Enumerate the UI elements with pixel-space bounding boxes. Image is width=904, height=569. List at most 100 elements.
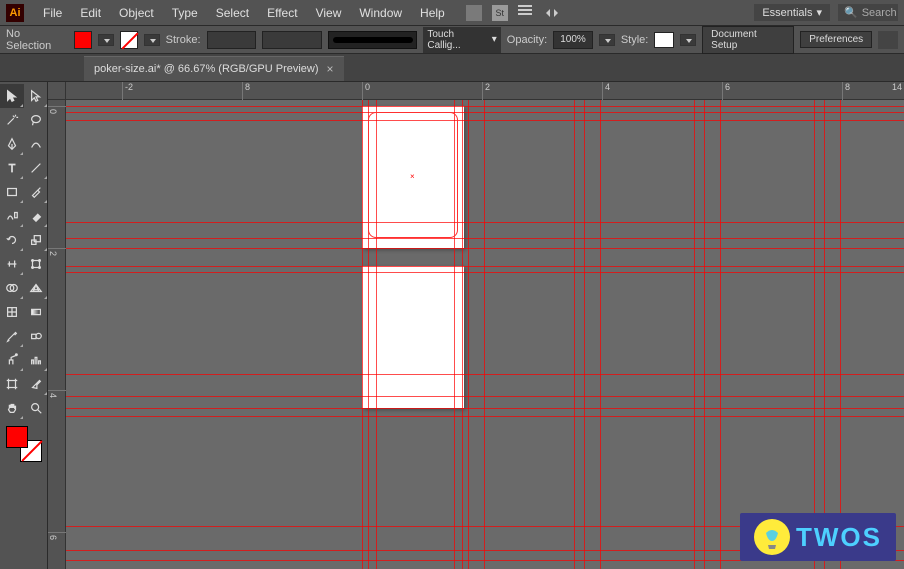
type-tool[interactable] (0, 156, 24, 180)
gradient-tool[interactable] (24, 300, 48, 324)
guide-vertical[interactable] (462, 100, 463, 569)
guide-horizontal[interactable] (66, 416, 904, 417)
guide-horizontal[interactable] (66, 266, 904, 267)
line-segment-tool[interactable] (24, 156, 48, 180)
guide-horizontal[interactable] (66, 112, 904, 113)
stock-icon[interactable]: St (492, 5, 508, 21)
zoom-tool[interactable] (24, 396, 48, 420)
guide-vertical[interactable] (584, 100, 585, 569)
column-graph-tool[interactable] (24, 348, 48, 372)
menu-object[interactable]: Object (110, 6, 163, 20)
selection-tool[interactable] (0, 84, 24, 108)
guide-horizontal[interactable] (66, 272, 904, 273)
menu-select[interactable]: Select (207, 6, 258, 20)
guide-vertical[interactable] (720, 100, 721, 569)
ruler-tick: 14 (890, 82, 902, 100)
artboard-tool[interactable] (0, 372, 24, 396)
workspace-switcher[interactable]: Essentials ▾ (754, 4, 830, 21)
align-panel-icon[interactable] (878, 31, 898, 49)
guide-vertical[interactable] (362, 100, 363, 569)
gpu-icon[interactable] (544, 5, 560, 21)
eyedropper-tool[interactable] (0, 324, 24, 348)
guide-vertical[interactable] (600, 100, 601, 569)
hand-tool[interactable] (0, 396, 24, 420)
mesh-tool[interactable] (0, 300, 24, 324)
close-icon[interactable]: × (327, 62, 334, 76)
blend-tool[interactable] (24, 324, 48, 348)
guide-horizontal[interactable] (66, 248, 904, 249)
opacity-input[interactable]: 100% (553, 31, 593, 49)
direct-selection-tool[interactable] (24, 84, 48, 108)
menu-help[interactable]: Help (411, 6, 454, 20)
brush-definition[interactable] (328, 31, 417, 49)
stroke-dropdown[interactable] (144, 34, 160, 46)
guide-horizontal[interactable] (66, 120, 904, 121)
control-bar: No Selection Stroke: Touch Callig... ▾ O… (0, 26, 904, 54)
canvas[interactable]: × (66, 100, 904, 569)
menu-effect[interactable]: Effect (258, 6, 306, 20)
workspace-label: Essentials (762, 7, 812, 19)
symbol-sprayer-tool[interactable] (0, 348, 24, 372)
guide-vertical[interactable] (824, 100, 825, 569)
pen-tool[interactable] (0, 132, 24, 156)
shaper-tool[interactable] (0, 204, 24, 228)
vertical-ruler[interactable]: 0 2 4 6 (48, 100, 66, 569)
ruler-tick: 0 (362, 82, 370, 100)
paintbrush-tool[interactable] (24, 180, 48, 204)
menu-view[interactable]: View (307, 6, 351, 20)
canvas-area: -2 8 0 2 4 6 8 14 0 2 4 6 × (48, 82, 904, 569)
bridge-icon[interactable] (466, 5, 482, 21)
menu-window[interactable]: Window (350, 6, 411, 20)
guide-horizontal[interactable] (66, 238, 904, 239)
guide-horizontal[interactable] (66, 408, 904, 409)
preferences-button[interactable]: Preferences (800, 31, 872, 48)
guide-vertical[interactable] (704, 100, 705, 569)
curvature-tool[interactable] (24, 132, 48, 156)
fill-stroke-indicator[interactable] (6, 426, 42, 462)
graphic-style-swatch[interactable] (654, 32, 674, 48)
slice-tool[interactable] (24, 372, 48, 396)
fill-box[interactable] (6, 426, 28, 448)
magic-wand-tool[interactable] (0, 108, 24, 132)
document-setup-button[interactable]: Document Setup (702, 26, 794, 54)
variable-width-profile[interactable] (262, 31, 322, 49)
artboard[interactable] (362, 266, 464, 408)
shape-builder-tool[interactable] (0, 276, 24, 300)
brush-name-dropdown[interactable]: Touch Callig... ▾ (423, 27, 500, 53)
horizontal-ruler[interactable]: -2 8 0 2 4 6 8 14 (66, 82, 904, 100)
guide-vertical[interactable] (814, 100, 815, 569)
lightbulb-icon (754, 519, 790, 555)
guide-horizontal[interactable] (66, 106, 904, 107)
rectangle-tool[interactable] (0, 180, 24, 204)
scale-tool[interactable] (24, 228, 48, 252)
guide-vertical[interactable] (574, 100, 575, 569)
free-transform-tool[interactable] (24, 252, 48, 276)
style-dropdown[interactable] (680, 34, 696, 46)
watermark-text: TWOS (796, 522, 882, 553)
menu-file[interactable]: File (34, 6, 71, 20)
opacity-dropdown[interactable] (599, 34, 615, 46)
search-input[interactable]: 🔍 Search (838, 4, 898, 21)
guide-horizontal[interactable] (66, 222, 904, 223)
stroke-weight-input[interactable] (207, 31, 257, 49)
document-tab[interactable]: poker-size.ai* @ 66.67% (RGB/GPU Preview… (84, 56, 344, 81)
guide-horizontal[interactable] (66, 374, 904, 375)
ruler-tick: 2 (482, 82, 490, 100)
rotate-tool[interactable] (0, 228, 24, 252)
eraser-tool[interactable] (24, 204, 48, 228)
fill-dropdown[interactable] (98, 34, 114, 46)
stroke-color-swatch[interactable] (120, 31, 138, 49)
perspective-grid-tool[interactable] (24, 276, 48, 300)
width-tool[interactable] (0, 252, 24, 276)
arrange-documents-icon[interactable] (518, 5, 534, 21)
menu-edit[interactable]: Edit (71, 6, 110, 20)
lasso-tool[interactable] (24, 108, 48, 132)
menu-type[interactable]: Type (163, 6, 207, 20)
guide-vertical[interactable] (840, 100, 841, 569)
fill-color-swatch[interactable] (74, 31, 92, 49)
guide-horizontal[interactable] (66, 396, 904, 397)
guide-vertical[interactable] (484, 100, 485, 569)
guide-vertical[interactable] (694, 100, 695, 569)
ruler-origin[interactable] (48, 82, 66, 100)
guide-vertical[interactable] (468, 100, 469, 569)
